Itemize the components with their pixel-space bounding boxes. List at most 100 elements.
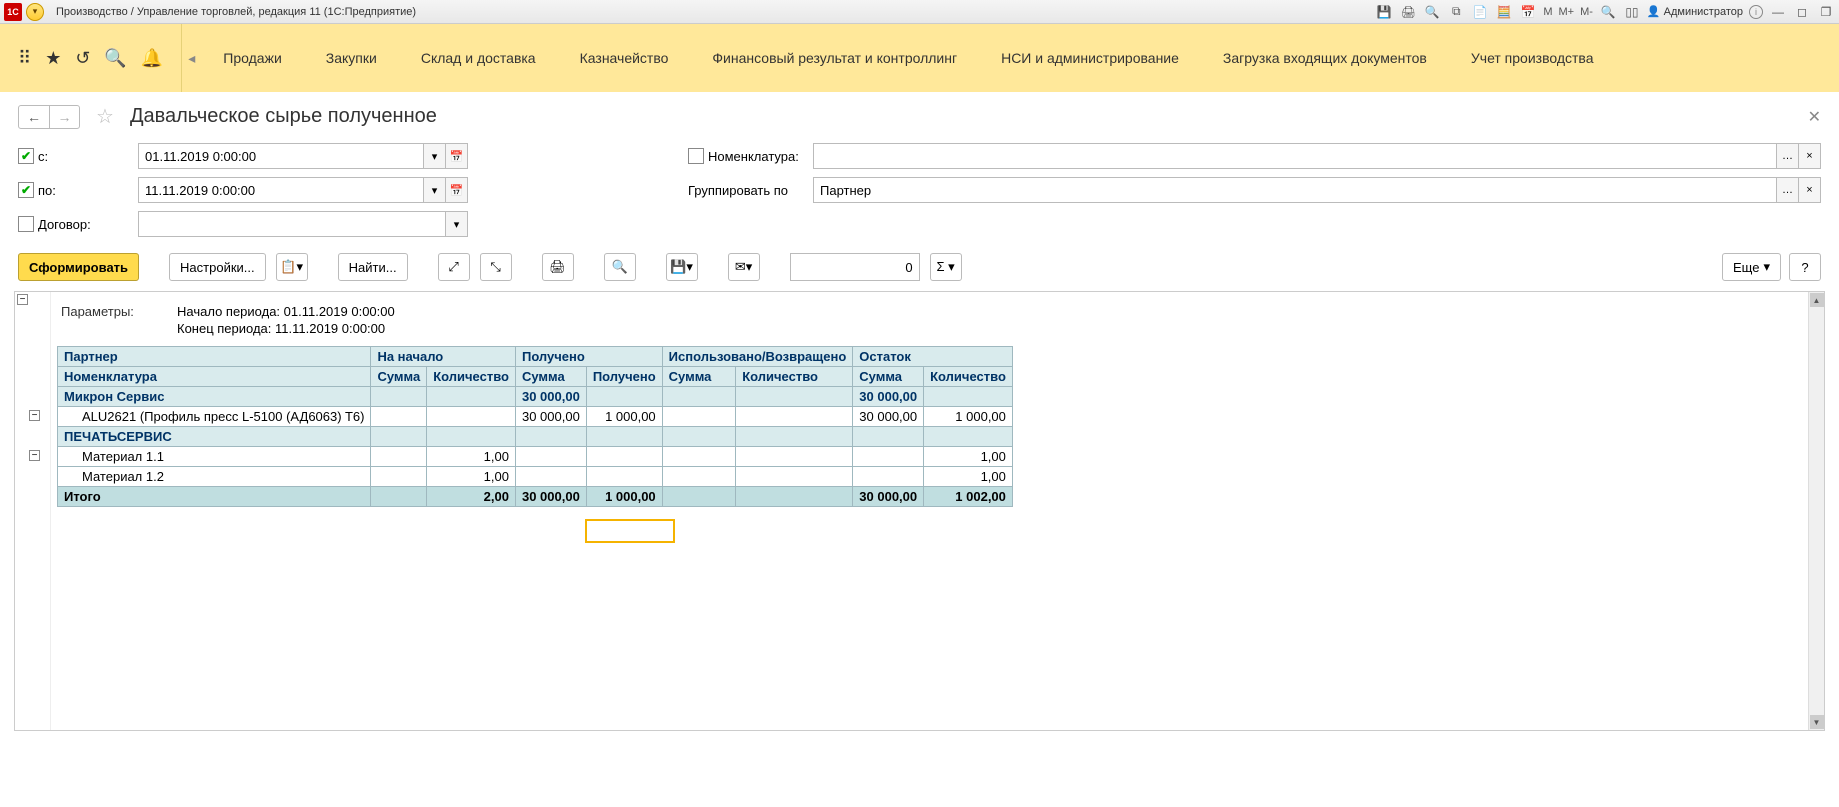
sigma-button[interactable]: Σ ▾ [930,253,962,281]
search-icon[interactable]: 🔍 [104,48,126,69]
doc-icon[interactable]: 📄 [1471,3,1489,21]
menu-sales[interactable]: Продажи [201,24,303,92]
close-icon[interactable]: ✕ [1808,107,1821,127]
user-name[interactable]: 👤 Администратор [1647,5,1743,18]
favorite-star-icon[interactable]: ☆ [96,104,114,129]
nomen-select-btn[interactable]: … [1777,143,1799,169]
scroll-up-icon[interactable]: ▲ [1810,293,1824,307]
tree-toggle-group-1[interactable]: − [29,410,40,421]
menu-purchases[interactable]: Закупки [304,24,399,92]
c [427,407,516,427]
vertical-scrollbar[interactable]: ▲ ▼ [1808,292,1824,730]
settings-button[interactable]: Настройки... [169,253,266,281]
group-name: Микрон Сервис [58,387,371,407]
find-button[interactable]: Найти... [338,253,408,281]
scroll-left-icon[interactable]: ◂ [182,24,201,92]
collapse-button[interactable]: ⤡ [480,253,512,281]
group-clear-btn[interactable]: × [1799,177,1821,203]
settings-variants-button[interactable]: 📋▾ [276,253,308,281]
from-calendar-btn[interactable]: 📅 [446,143,468,169]
menu-finance[interactable]: Финансовый результат и контроллинг [690,24,979,92]
contract-dropdown-btn[interactable]: ▾ [446,211,468,237]
history-icon[interactable]: ↺ [75,48,90,69]
table-group-row[interactable]: Микрон Сервис 30 000,00 30 000,00 [58,387,1013,407]
window-title: Производство / Управление торговлей, ред… [56,6,416,18]
c [736,427,853,447]
to-date-input[interactable]: 11.11.2019 0:00:00 [138,177,424,203]
c [371,387,427,407]
panel-icon[interactable]: ▯▯ [1623,3,1641,21]
compare-icon[interactable]: ⧉ [1447,3,1465,21]
report-toolbar: Сформировать Настройки... 📋▾ Найти... ⤢ … [0,243,1839,291]
nav-buttons: ← → [18,105,80,129]
checkbox-nomen[interactable]: ✔ [688,148,704,164]
nomen-input[interactable] [813,143,1777,169]
menu-nsi[interactable]: НСИ и администрирование [979,24,1201,92]
selected-cell[interactable] [585,519,675,543]
table-row[interactable]: ALU2621 (Профиль пресс L-5100 (АД6063) T… [58,407,1013,427]
favorite-icon[interactable]: ★ [45,48,61,69]
tree-toggle-group-2[interactable]: − [29,450,40,461]
generate-button[interactable]: Сформировать [18,253,139,281]
menu-incoming[interactable]: Загрузка входящих документов [1201,24,1449,92]
print-icon[interactable]: 🖨 [1399,3,1417,21]
table-row[interactable]: Материал 1.1 1,00 1,00 [58,447,1013,467]
group-select-btn[interactable]: … [1777,177,1799,203]
to-dropdown-btn[interactable]: ▾ [424,177,446,203]
memory-m-minus[interactable]: M- [1580,6,1593,18]
c [924,427,1013,447]
calendar-icon[interactable]: 📅 [1519,3,1537,21]
c [736,387,853,407]
checkbox-contract[interactable]: ✔ [18,216,34,232]
maximize-icon[interactable]: ◻ [1793,3,1811,21]
filter-to-input-group: 11.11.2019 0:00:00 ▾ 📅 [138,177,468,203]
save-button[interactable]: 💾▾ [666,253,698,281]
from-date-input[interactable]: 01.11.2019 0:00:00 [138,143,424,169]
more-button[interactable]: Еще ▾ [1722,253,1781,281]
apps-icon[interactable]: ⠿ [18,48,31,69]
scroll-down-icon[interactable]: ▼ [1810,715,1824,729]
preview-button[interactable]: 🔍 [604,253,636,281]
save-icon[interactable]: 💾 [1375,3,1393,21]
c: 30 000,00 [853,407,924,427]
nav-back[interactable]: ← [19,106,49,128]
to-calendar-btn[interactable]: 📅 [446,177,468,203]
minimize-icon[interactable]: — [1769,3,1787,21]
sum-input[interactable] [790,253,920,281]
col-partner: Партнер [58,347,371,367]
menu-warehouse[interactable]: Склад и доставка [399,24,558,92]
checkbox-from[interactable]: ✔ [18,148,34,164]
from-dropdown-btn[interactable]: ▾ [424,143,446,169]
tree-toggle-root[interactable]: − [17,294,28,305]
col-sum4: Сумма [853,367,924,387]
contract-input[interactable] [138,211,446,237]
nomen-clear-btn[interactable]: × [1799,143,1821,169]
restore-icon[interactable]: ❐ [1817,3,1835,21]
email-button[interactable]: ✉▾ [728,253,760,281]
notifications-icon[interactable]: 🔔 [141,48,163,69]
memory-m[interactable]: M [1543,6,1552,18]
checkbox-to[interactable]: ✔ [18,182,34,198]
table-row[interactable]: Материал 1.2 1,00 1,00 [58,467,1013,487]
menu-production[interactable]: Учет производства [1449,24,1616,92]
help-button[interactable]: ? [1789,253,1821,281]
zoom-icon[interactable]: 🔍 [1599,3,1617,21]
preview-icon[interactable]: 🔍 [1423,3,1441,21]
print-button[interactable]: 🖨 [542,253,574,281]
calculator-icon[interactable]: 🧮 [1495,3,1513,21]
filter-from-label: ✔ с: [18,148,128,164]
menu-treasury[interactable]: Казначейство [558,24,691,92]
dropdown-button[interactable]: ▾ [26,3,44,21]
c [371,427,427,447]
expand-button[interactable]: ⤢ [438,253,470,281]
group-input[interactable]: Партнер [813,177,1777,203]
c [662,387,736,407]
table-group-row[interactable]: ПЕЧАТЬСЕРВИС [58,427,1013,447]
c [427,387,516,407]
filter-nomen-label: ✔ Номенклатура: [688,148,803,164]
nav-forward[interactable]: → [49,106,79,128]
memory-m-plus[interactable]: M+ [1559,6,1575,18]
table-header-1: Партнер На начало Получено Использовано/… [58,347,1013,367]
titlebar: 1C ▾ Производство / Управление торговлей… [0,0,1839,24]
info-icon[interactable]: i [1749,5,1763,19]
